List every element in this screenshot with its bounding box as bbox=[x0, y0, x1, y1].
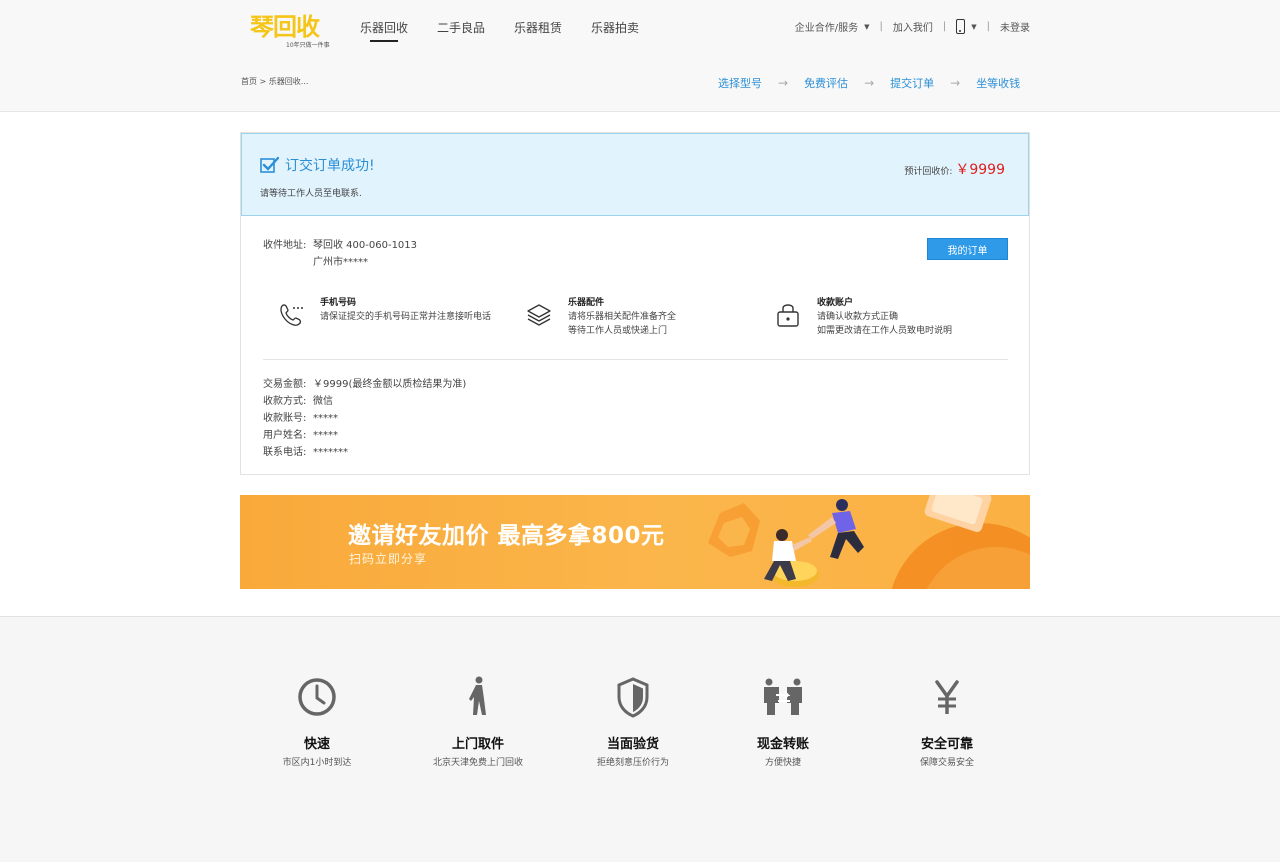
step-submit-order: 提交订单 bbox=[890, 77, 935, 90]
info-value: ***** bbox=[313, 413, 338, 424]
order-steps: 选择型号 → 免费评估 → 提交订单 → 坐等收钱 bbox=[718, 75, 1020, 91]
info-row: 联系电话: ******* bbox=[263, 444, 466, 461]
info-value: ***** bbox=[313, 430, 338, 441]
feature-subtitle: 北京天津免费上门回收 bbox=[432, 758, 523, 768]
tip-phone: 手机号码 请保证提交的手机号码正常并注意接听电话 bbox=[279, 296, 491, 328]
success-panel: 订交订单成功! 请等待工作人员至电联系. 预计回收价: ￥9999 bbox=[241, 133, 1029, 216]
feature-title: 现金转账 bbox=[756, 737, 809, 752]
tip-accessories: 乐器配件 请将乐器相关配件准备齐全 等待工作人员或快递上门 bbox=[527, 296, 676, 338]
footer-features: 快速 市区内1小时到达 上门取件 北京天津免费上门回收 当面验货 拒绝刻意压价行… bbox=[0, 616, 1280, 862]
info-label: 收款方式: bbox=[263, 396, 307, 407]
tip-text: 请确认收款方式正确 bbox=[817, 312, 899, 322]
arrow-right-icon: → bbox=[950, 76, 961, 90]
tip-title: 收款账户 bbox=[817, 298, 854, 308]
info-label: 收款账号: bbox=[263, 413, 307, 424]
success-title: 订交订单成功! bbox=[285, 158, 375, 174]
tip-title: 乐器配件 bbox=[568, 298, 605, 308]
site-logo[interactable]: 琴回收 10年只做一件事 bbox=[250, 12, 330, 52]
banner-illustration bbox=[708, 495, 1030, 589]
nav-item-auction[interactable]: 乐器拍卖 bbox=[591, 20, 639, 36]
separator: | bbox=[942, 21, 947, 32]
feature-pickup: 上门取件 北京天津免费上门回收 bbox=[388, 675, 568, 768]
info-label: 交易金额: bbox=[263, 379, 307, 390]
phone-call-icon bbox=[280, 304, 303, 326]
nav-item-rent[interactable]: 乐器租赁 bbox=[514, 20, 562, 36]
address-line-2: 广州市***** bbox=[313, 257, 368, 268]
login-status-link[interactable]: 未登录 bbox=[1000, 19, 1030, 34]
walking-person-icon bbox=[469, 676, 486, 715]
step-get-paid: 坐等收钱 bbox=[976, 77, 1021, 90]
transfer-icon bbox=[764, 678, 802, 715]
logo-text: 琴回收 bbox=[250, 13, 320, 41]
banner-title: 邀请好友加价 最高多拿800元 bbox=[348, 523, 665, 549]
caret-down-icon[interactable]: ▼ bbox=[864, 23, 869, 31]
tip-text: 如需更改请在工作人员致电时说明 bbox=[817, 326, 953, 336]
info-value: 微信 bbox=[313, 396, 333, 407]
info-value: ******* bbox=[313, 447, 348, 458]
address-line-1: 琴回收 400-060-1013 bbox=[313, 240, 418, 251]
feature-secure: 安全可靠 保障交易安全 bbox=[857, 675, 1037, 768]
separator: | bbox=[986, 21, 990, 32]
clock-icon bbox=[298, 678, 336, 716]
info-row: 收款账号: ***** bbox=[263, 410, 466, 427]
main-nav: 乐器回收 二手良品 乐器租赁 乐器拍卖 bbox=[360, 20, 668, 42]
estimated-price-label: 预计回收价: bbox=[904, 167, 953, 177]
arrow-right-icon: → bbox=[864, 76, 875, 90]
checkbox-check-icon bbox=[260, 156, 279, 173]
arrow-right-icon: → bbox=[778, 76, 789, 90]
info-label: 联系电话: bbox=[263, 447, 307, 458]
my-order-button[interactable]: 我的订单 bbox=[927, 238, 1008, 260]
info-row: 交易金额: ￥9999(最终金额以质检结果为准) bbox=[263, 376, 466, 393]
info-value: ￥9999(最终金额以质检结果为准) bbox=[313, 379, 467, 390]
info-row: 收款方式: 微信 bbox=[263, 393, 466, 410]
address-label: 收件地址: bbox=[263, 240, 307, 251]
feature-fast: 快速 市区内1小时到达 bbox=[227, 675, 407, 768]
separator: | bbox=[879, 21, 883, 32]
divider bbox=[263, 359, 1008, 360]
tip-account: 收款账户 请确认收款方式正确 如需更改请在工作人员致电时说明 bbox=[776, 296, 952, 338]
layers-icon bbox=[527, 304, 551, 326]
order-card: 订交订单成功! 请等待工作人员至电联系. 预计回收价: ￥9999 收件地址: 琴… bbox=[240, 132, 1030, 475]
info-row: 用户姓名: ***** bbox=[263, 427, 466, 444]
step-select-model: 选择型号 bbox=[718, 77, 762, 90]
enterprise-link[interactable]: 企业合作/服务 bbox=[795, 19, 858, 34]
estimated-price-value: ￥9999 bbox=[955, 162, 1005, 178]
estimated-price: 预计回收价: ￥9999 bbox=[904, 159, 1005, 179]
join-us-link[interactable]: 加入我们 bbox=[893, 19, 933, 34]
top-header: 琴回收 10年只做一件事 乐器回收 二手良品 乐器租赁 乐器拍卖 企业合作/服务… bbox=[0, 0, 1280, 112]
shield-icon bbox=[617, 677, 649, 718]
success-subtitle: 请等待工作人员至电联系. bbox=[260, 189, 362, 199]
top-right-links: 企业合作/服务 ▼ | 加入我们 | ▼ | 未登录 bbox=[795, 19, 1030, 34]
feature-subtitle: 保障交易安全 bbox=[919, 758, 974, 768]
tip-title: 手机号码 bbox=[320, 298, 357, 308]
mobile-phone-icon[interactable] bbox=[956, 19, 966, 34]
tips-row: 手机号码 请保证提交的手机号码正常并注意接听电话 乐器配件 请将乐器相关配件准备… bbox=[279, 296, 1009, 341]
tip-text: 请将乐器相关配件准备齐全 bbox=[568, 312, 677, 322]
lock-icon bbox=[777, 304, 799, 327]
tip-text: 等待工作人员或快递上门 bbox=[568, 326, 668, 336]
logo-tagline: 10年只做一件事 bbox=[286, 42, 330, 49]
shipping-address: 收件地址: 琴回收 400-060-1013 广州市***** bbox=[263, 237, 417, 271]
info-label: 用户姓名: bbox=[263, 430, 307, 441]
step-free-evaluation: 免费评估 bbox=[804, 77, 849, 90]
banner-subtitle: 扫码立即分享 bbox=[349, 552, 428, 566]
feature-subtitle: 市区内1小时到达 bbox=[282, 758, 352, 768]
tip-text: 请保证提交的手机号码正常并注意接听电话 bbox=[320, 312, 492, 322]
nav-item-recycle[interactable]: 乐器回收 bbox=[360, 20, 408, 42]
feature-title: 快速 bbox=[303, 737, 330, 752]
invite-friends-banner[interactable]: 邀请好友加价 最高多拿800元 扫码立即分享 bbox=[240, 495, 1030, 589]
feature-subtitle: 方便快捷 bbox=[764, 758, 801, 768]
feature-cash-transfer: 现金转账 方便快捷 bbox=[693, 675, 873, 768]
caret-down-icon[interactable]: ▼ bbox=[971, 23, 976, 31]
transaction-info: 交易金额: ￥9999(最终金额以质检结果为准) 收款方式: 微信 收款账号: ***… bbox=[263, 376, 466, 461]
feature-title: 安全可靠 bbox=[920, 737, 973, 752]
breadcrumb[interactable]: 首页 > 乐器回收... bbox=[241, 76, 308, 87]
yen-icon bbox=[935, 680, 959, 714]
feature-title: 上门取件 bbox=[451, 737, 504, 752]
nav-item-used[interactable]: 二手良品 bbox=[437, 20, 485, 36]
